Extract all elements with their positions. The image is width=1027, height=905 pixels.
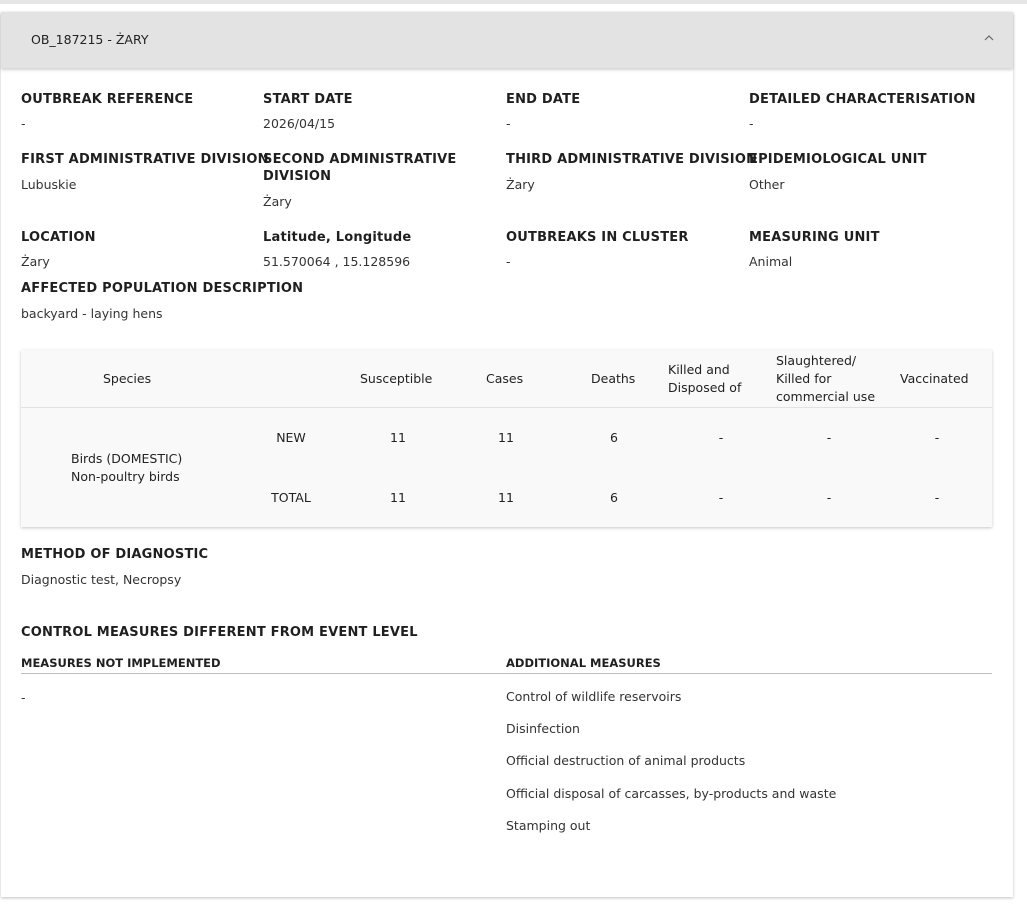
additional-measure-item: Official disposal of carcasses, by-produ… <box>506 786 837 801</box>
cell-susceptible: 11 <box>390 490 406 505</box>
outbreaks-in-cluster-value: - <box>506 254 511 269</box>
col-header-slaughtered-line1: Slaughtered/ <box>776 353 857 368</box>
cell-slaughtered: - <box>826 490 832 505</box>
cell-cases: 11 <box>498 430 514 445</box>
method-of-diagnostic-label: METHOD OF DIAGNOSTIC <box>21 547 209 562</box>
first-admin-division-value: Lubuskie <box>21 177 77 192</box>
col-header-killed-line1: Killed and <box>668 362 730 377</box>
species-cell: Birds (DOMESTIC) Non-poultry birds <box>71 450 182 486</box>
control-measures-title: CONTROL MEASURES DIFFERENT FROM EVENT LE… <box>21 625 418 640</box>
additional-measures-label: ADDITIONAL MEASURES <box>506 656 661 670</box>
additional-measure-item: Official destruction of animal products <box>506 753 746 768</box>
outbreak-reference-value: - <box>21 116 26 131</box>
cell-slaughtered: - <box>826 430 832 445</box>
outbreak-accordion-header[interactable]: OB_187215 - ŻARY <box>1 12 1013 68</box>
affected-population-label: AFFECTED POPULATION DESCRIPTION <box>21 281 304 296</box>
col-header-slaughtered-line3: commercial use <box>776 389 876 404</box>
row-type: TOTAL <box>271 490 311 505</box>
measuring-unit-label: MEASURING UNIT <box>749 230 880 245</box>
col-header-vaccinated: Vaccinated <box>900 371 969 386</box>
additional-measure-item: Stamping out <box>506 818 591 833</box>
page-top-border <box>0 0 1027 4</box>
species-table: Species Susceptible Cases Deaths Killed … <box>21 350 992 527</box>
cell-vaccinated: - <box>934 490 940 505</box>
cell-killed: - <box>718 430 724 445</box>
measures-not-implemented-label: MEASURES NOT IMPLEMENTED <box>21 656 221 670</box>
start-date-value: 2026/04/15 <box>263 116 336 131</box>
epidemiological-unit-label: EPIDEMIOLOGICAL UNIT <box>749 152 927 167</box>
col-header-susceptible: Susceptible <box>360 371 433 386</box>
col-header-deaths: Deaths <box>591 371 636 386</box>
cell-susceptible: 11 <box>390 430 406 445</box>
col-header-killed-line2: Disposed of <box>668 380 742 395</box>
cell-deaths: 6 <box>610 490 618 505</box>
species-name: Birds (DOMESTIC) <box>71 451 183 466</box>
method-of-diagnostic-value: Diagnostic test, Necropsy <box>21 572 182 587</box>
affected-population-value: backyard - laying hens <box>21 306 163 321</box>
col-header-cases: Cases <box>486 371 524 386</box>
outbreak-card: OB_187215 - ŻARY OUTBREAK REFERENCE - ST… <box>1 12 1013 897</box>
cell-vaccinated: - <box>934 430 940 445</box>
col-header-slaughtered-line2: Killed for <box>776 371 832 386</box>
end-date-value: - <box>506 116 511 131</box>
col-header-slaughtered: Slaughtered/ Killed for commercial use <box>776 352 875 406</box>
third-admin-division-value: Żary <box>506 177 535 192</box>
col-header-killed: Killed and Disposed of <box>668 361 741 397</box>
cell-killed: - <box>718 490 724 505</box>
lat-lon-label: Latitude, Longitude <box>263 230 412 245</box>
chevron-up-icon[interactable] <box>981 30 997 46</box>
second-admin-division-label: SECOND ADMINISTRATIVE DIVISION <box>263 152 457 184</box>
start-date-label: START DATE <box>263 92 353 107</box>
location-value: Żary <box>21 254 50 269</box>
measures-divider <box>21 673 992 674</box>
additional-measure-item: Disinfection <box>506 721 580 736</box>
end-date-label: END DATE <box>506 92 581 107</box>
measuring-unit-value: Animal <box>749 254 793 269</box>
row-type: NEW <box>276 430 306 445</box>
third-admin-division-label: THIRD ADMINISTRATIVE DIVISION <box>506 152 758 167</box>
second-admin-division-value: Żary <box>263 194 292 209</box>
col-header-species: Species <box>103 371 152 386</box>
detailed-characterisation-value: - <box>749 116 754 131</box>
outbreaks-in-cluster-label: OUTBREAKS IN CLUSTER <box>506 230 689 245</box>
outbreak-reference-label: OUTBREAK REFERENCE <box>21 92 194 107</box>
measures-not-implemented-value: - <box>21 690 26 705</box>
lat-lon-value: 51.570064 , 15.128596 <box>263 254 411 269</box>
table-header-separator <box>21 407 992 408</box>
outbreak-title: OB_187215 - ŻARY <box>31 32 149 47</box>
location-label: LOCATION <box>21 230 96 245</box>
epidemiological-unit-value: Other <box>749 177 785 192</box>
detailed-characterisation-label: DETAILED CHARACTERISATION <box>749 92 976 107</box>
species-subtype: Non-poultry birds <box>71 469 180 484</box>
cell-cases: 11 <box>498 490 514 505</box>
first-admin-division-label: FIRST ADMINISTRATIVE DIVISION <box>21 152 269 167</box>
cell-deaths: 6 <box>610 430 618 445</box>
additional-measure-item: Control of wildlife reservoirs <box>506 689 682 704</box>
